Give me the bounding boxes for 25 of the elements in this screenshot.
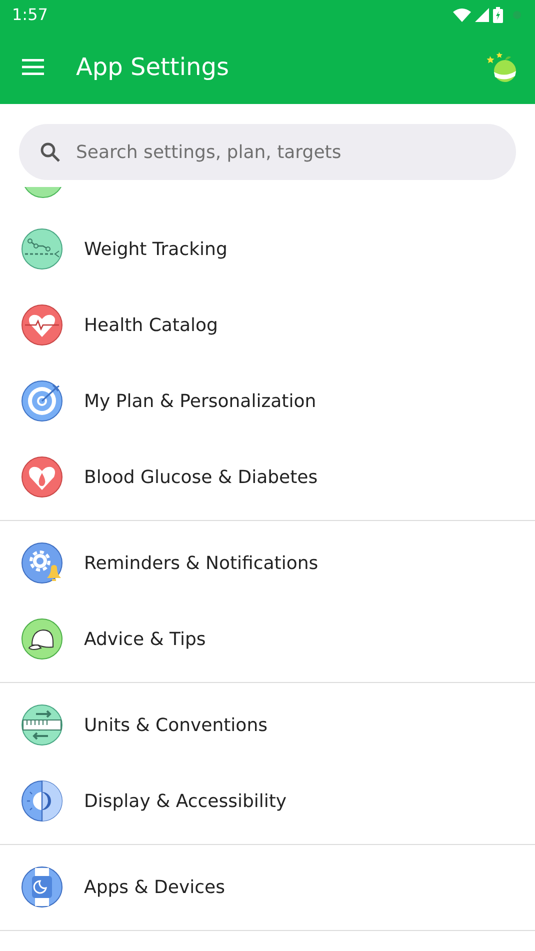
ruler-icon bbox=[21, 704, 63, 746]
search-field[interactable]: Search settings, plan, targets bbox=[19, 124, 516, 180]
status-time: 1:57 bbox=[12, 4, 48, 26]
wifi-icon bbox=[453, 8, 471, 22]
settings-item[interactable]: Display & Accessibility bbox=[0, 763, 535, 839]
menu-icon[interactable] bbox=[22, 59, 44, 75]
cap-icon bbox=[21, 618, 63, 660]
battery-icon bbox=[493, 7, 503, 23]
apple-icon[interactable] bbox=[487, 52, 517, 82]
settings-item[interactable]: Advice & Tips bbox=[0, 601, 535, 677]
settings-item[interactable]: Reminders & Notifications bbox=[0, 525, 535, 601]
signal-icon bbox=[475, 8, 489, 22]
settings-item[interactable]: Health Catalog bbox=[0, 287, 535, 363]
target-icon bbox=[21, 380, 63, 422]
settings-item[interactable]: My Plan & Personalization bbox=[0, 363, 535, 439]
gear-icon bbox=[21, 542, 63, 584]
settings-item[interactable]: Units & Conventions bbox=[0, 687, 535, 763]
search-icon bbox=[40, 142, 60, 162]
settings-item[interactable]: Blood Glucose & Diabetes bbox=[0, 439, 535, 515]
watch-icon bbox=[21, 866, 63, 908]
settings-item[interactable]: Weight Tracking bbox=[0, 211, 535, 287]
app-bar-title: App Settings bbox=[76, 52, 229, 83]
chart-icon bbox=[21, 228, 63, 270]
settings-item[interactable]: Apps & Devices bbox=[0, 849, 535, 925]
contrast-icon bbox=[21, 780, 63, 822]
